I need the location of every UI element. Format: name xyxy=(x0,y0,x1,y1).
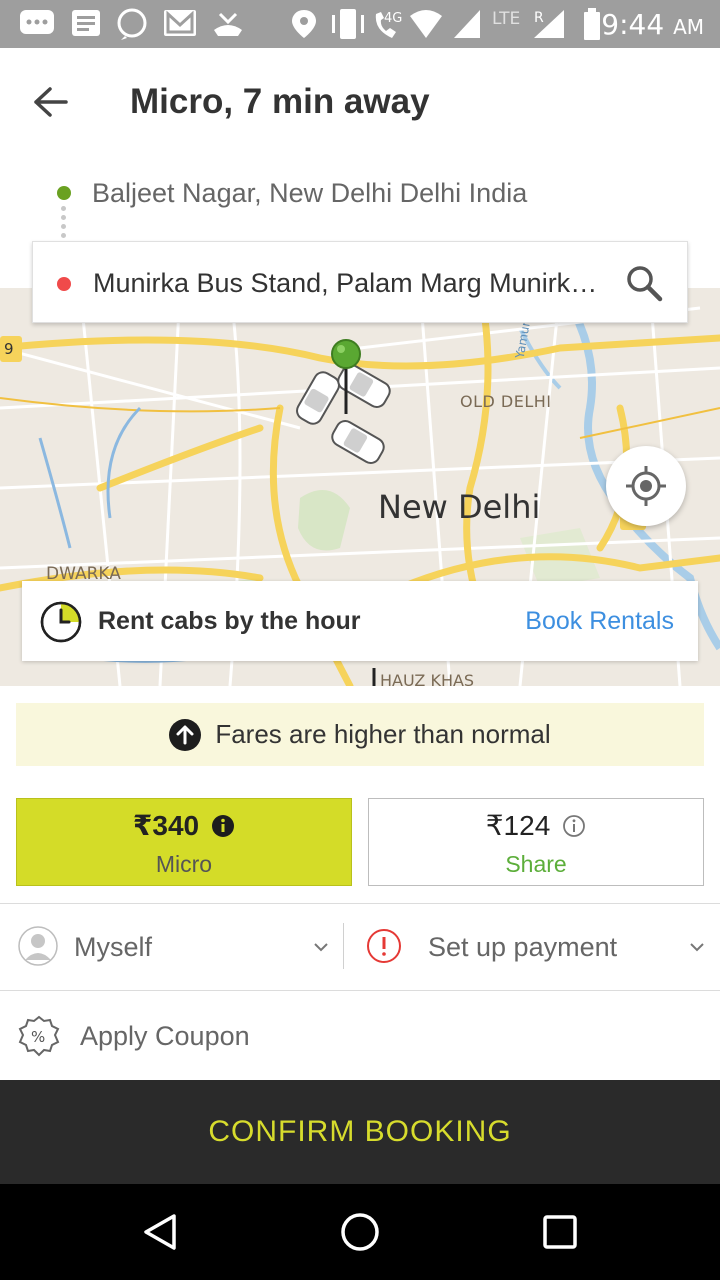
drop-marker-icon xyxy=(57,277,71,291)
volte-call-icon: 4G xyxy=(375,11,402,38)
alert-icon xyxy=(367,929,401,963)
message-icon xyxy=(72,10,100,36)
signal-icon: LTE R xyxy=(454,9,564,38)
triangle-back-icon xyxy=(144,1214,176,1250)
fare-option-micro[interactable]: ₹340 Micro xyxy=(16,798,352,886)
system-nav-bar xyxy=(0,1184,720,1280)
confirm-booking-label: CONFIRM BOOKING xyxy=(208,1115,512,1148)
circle-home-icon xyxy=(341,1213,379,1251)
status-time: 9:44 AM xyxy=(601,8,704,41)
coupon-icon: % xyxy=(18,1015,60,1057)
destination-field[interactable]: Munirka Bus Stand, Palam Marg Munirka Va… xyxy=(32,241,688,323)
apply-coupon-button[interactable]: % Apply Coupon xyxy=(0,991,720,1079)
vibrate-icon xyxy=(332,9,364,39)
pickup-location[interactable]: Baljeet Nagar, New Delhi Delhi India xyxy=(92,178,527,209)
location-icon xyxy=(292,10,316,38)
pickup-marker-icon xyxy=(57,186,71,200)
nav-recents-button[interactable] xyxy=(530,1204,590,1260)
map-label-new-delhi: New Delhi xyxy=(378,488,541,526)
whatsapp-icon xyxy=(117,8,147,40)
map-label-old-delhi: OLD DELHI xyxy=(460,392,552,411)
rentals-text: Rent cabs by the hour xyxy=(98,607,361,635)
rider-label: Myself xyxy=(74,932,153,962)
coupon-label: Apply Coupon xyxy=(80,1021,250,1051)
svg-text:%: % xyxy=(31,1028,45,1046)
chevron-down-icon xyxy=(314,943,328,952)
gmail-icon xyxy=(164,10,196,36)
battery-icon xyxy=(584,8,600,40)
payment-label: Set up payment xyxy=(428,932,618,962)
fare-price: ₹340 xyxy=(132,810,200,841)
crosshair-icon xyxy=(626,466,666,506)
search-button[interactable] xyxy=(619,258,669,308)
nav-home-button[interactable] xyxy=(330,1204,390,1260)
chevron-down-icon xyxy=(690,943,704,952)
confirm-booking-button[interactable]: CONFIRM BOOKING xyxy=(0,1080,720,1184)
destination-location[interactable]: Munirka Bus Stand, Palam Marg Munirka Va… xyxy=(93,268,603,299)
page-title: Micro, 7 min away xyxy=(130,82,430,121)
my-location-button[interactable] xyxy=(606,446,686,526)
arrow-up-icon xyxy=(169,718,202,751)
square-recents-icon xyxy=(543,1215,577,1249)
surge-notice-text: Fares are higher than normal xyxy=(215,719,551,749)
payment-selector[interactable]: Set up payment xyxy=(344,904,720,990)
fare-price: ₹124 xyxy=(485,810,551,841)
book-rentals-link[interactable]: Book Rentals xyxy=(525,607,674,636)
surge-notice: Fares are higher than normal xyxy=(16,703,704,766)
clock-icon xyxy=(40,601,82,643)
svg-text:LTE: LTE xyxy=(492,9,520,29)
wifi-icon xyxy=(410,10,442,38)
fare-category: Micro xyxy=(155,851,213,877)
nav-back-button[interactable] xyxy=(130,1204,190,1260)
map-label-hauz-khas: HAUZ KHAS xyxy=(380,671,475,686)
fare-category: Share xyxy=(505,851,567,877)
svg-text:4G: 4G xyxy=(384,11,402,26)
info-icon[interactable] xyxy=(211,814,235,838)
status-bar: 4G LTE R 9:44 AM xyxy=(0,0,720,48)
fare-option-share[interactable]: ₹124 Share xyxy=(368,798,704,886)
back-button[interactable] xyxy=(24,76,76,128)
arrow-left-icon xyxy=(34,87,68,117)
avatar-icon xyxy=(18,926,58,966)
rentals-banner[interactable]: Rent cabs by the hour Book Rentals xyxy=(22,581,698,661)
chat-icon xyxy=(20,10,54,34)
info-icon[interactable] xyxy=(562,814,586,838)
search-icon xyxy=(627,266,663,302)
svg-text:R: R xyxy=(534,10,544,26)
rider-selector[interactable]: Myself xyxy=(0,904,343,990)
svg-text:9: 9 xyxy=(4,340,14,358)
missed-call-icon xyxy=(214,12,242,36)
